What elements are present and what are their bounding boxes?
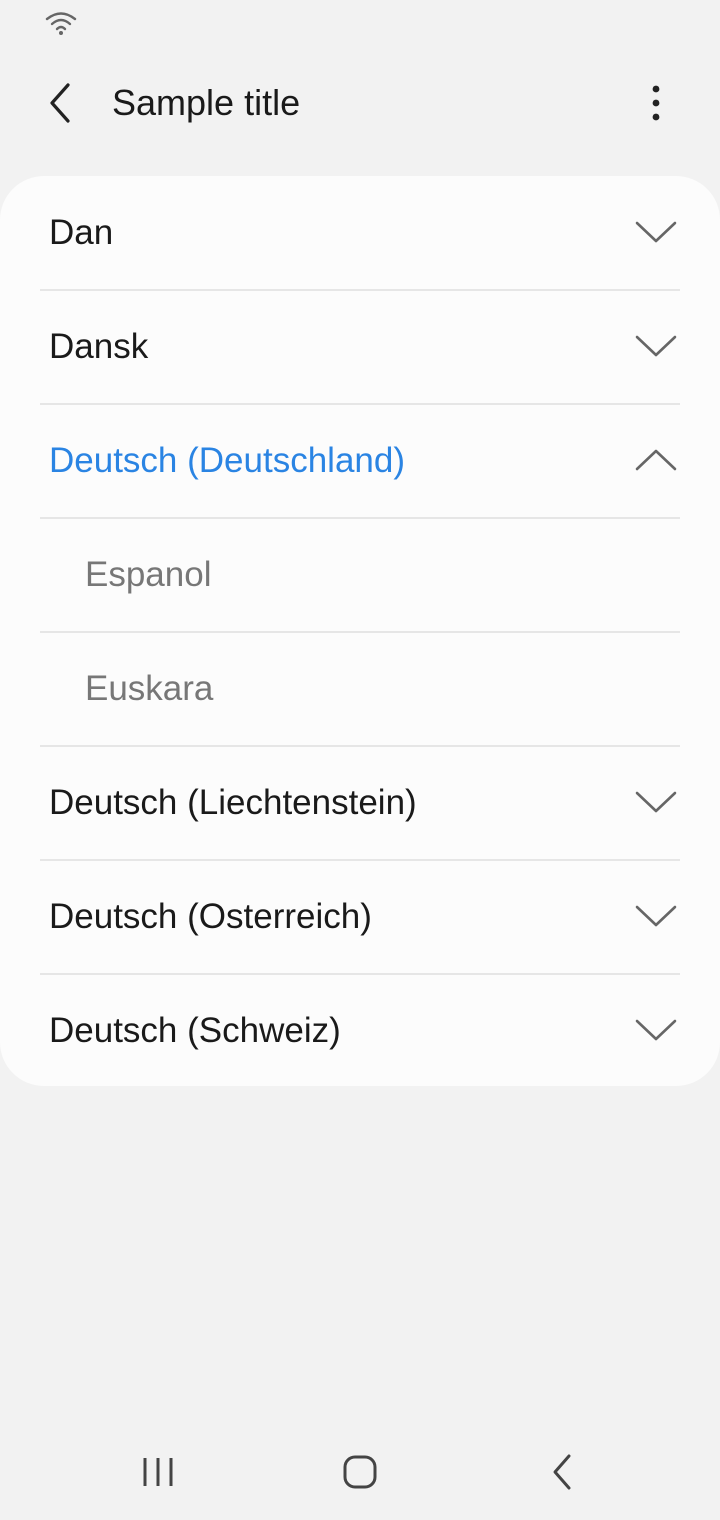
list-item-euskara[interactable]: Euskara: [0, 632, 720, 746]
chevron-down-icon: [635, 335, 677, 357]
list-item-label: Dansk: [49, 327, 149, 366]
list-item-deutsch-liechtenstein[interactable]: Deutsch (Liechtenstein): [0, 746, 720, 860]
page-title: Sample title: [112, 82, 301, 123]
list-item-label: Deutsch (Schweiz): [49, 1011, 341, 1050]
app-bar: Sample title: [0, 60, 720, 146]
list-item-deutsch-deutschland[interactable]: Deutsch (Deutschland): [0, 404, 720, 518]
list-item-espanol[interactable]: Espanol: [0, 518, 720, 632]
chevron-down-icon: [635, 221, 677, 243]
list-item-dansk[interactable]: Dansk: [0, 290, 720, 404]
list-item-label: Espanol: [85, 555, 212, 594]
list-item-deutsch-osterreich[interactable]: Deutsch (Osterreich): [0, 860, 720, 974]
chevron-left-icon: [50, 83, 70, 123]
list-item-label: Deutsch (Liechtenstein): [49, 783, 417, 822]
back-button[interactable]: [36, 78, 86, 128]
list-item-label: Dan: [49, 213, 114, 252]
list-item-label: Deutsch (Osterreich): [49, 897, 372, 936]
language-list-card: Dan Dansk Deutsch (Deutschland) Espanol …: [0, 176, 720, 1086]
recents-icon: [143, 1458, 173, 1486]
chevron-down-icon: [635, 791, 677, 813]
system-nav-bar: [0, 1430, 720, 1520]
status-bar: [0, 0, 720, 48]
more-vertical-icon: [652, 85, 660, 121]
nav-back-button[interactable]: [532, 1446, 592, 1498]
chevron-up-icon: [635, 449, 677, 471]
more-options-button[interactable]: [632, 78, 680, 128]
wifi-icon: [44, 10, 78, 41]
home-button[interactable]: [330, 1446, 390, 1498]
home-icon: [343, 1455, 377, 1489]
list-item-label: Deutsch (Deutschland): [49, 441, 405, 480]
chevron-down-icon: [635, 905, 677, 927]
back-icon: [553, 1454, 571, 1490]
list-item-label: Euskara: [85, 669, 214, 708]
chevron-down-icon: [635, 1019, 677, 1041]
list-item-deutsch-schweiz[interactable]: Deutsch (Schweiz): [0, 974, 720, 1088]
list-item-dan[interactable]: Dan: [0, 176, 720, 290]
recents-button[interactable]: [128, 1446, 188, 1498]
